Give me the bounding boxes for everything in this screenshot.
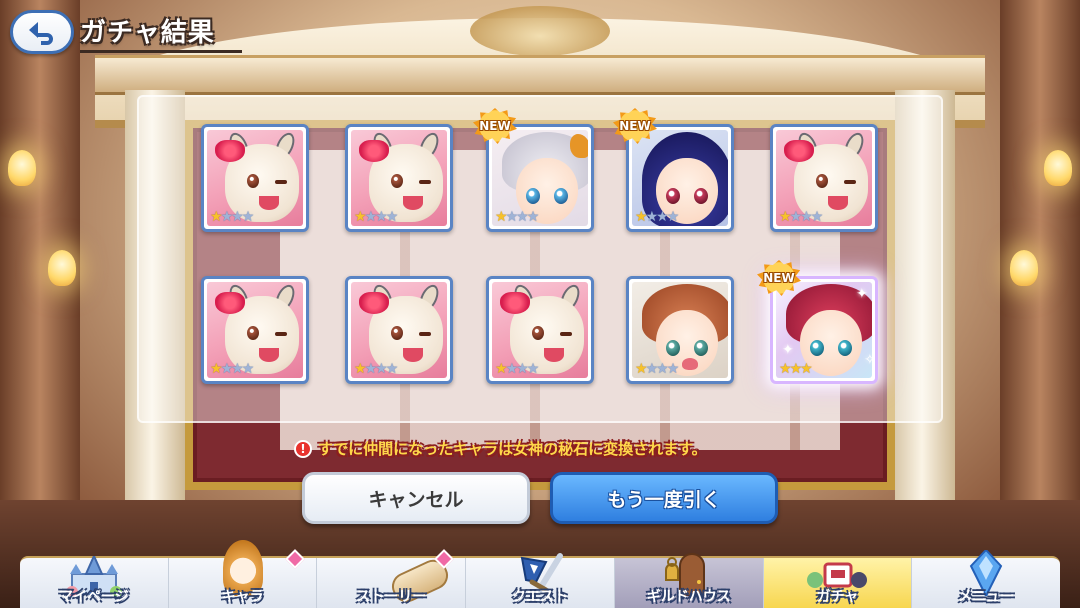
crest-ornament <box>470 6 610 56</box>
nav-label-quest: クエスト <box>512 589 569 605</box>
star-icon: ★ <box>656 209 668 225</box>
page-title: ガチャ結果 <box>80 18 215 48</box>
notice-text: すでに仲間になったキャラは女神の秘石に変換されます。 <box>318 440 707 458</box>
nav-label-gacha: ガチャ <box>816 589 859 605</box>
nav-item-guild[interactable]: ギルドハウス <box>614 553 764 608</box>
nav-label-menu: メニュー <box>958 589 1015 605</box>
nav-item-chara[interactable]: キャラ <box>169 540 318 608</box>
character-card[interactable]: ★★★★ <box>201 124 309 232</box>
star-icon: ★ <box>789 209 802 225</box>
star-icon: ★ <box>220 361 233 377</box>
character-card[interactable]: ★★★★ <box>486 276 594 384</box>
rarity-stars: ★★★★ <box>495 361 539 377</box>
star-icon: ★ <box>526 209 539 225</box>
new-badge: NEW <box>613 108 657 144</box>
nav-label-story: ストーリー <box>356 589 427 605</box>
nav-item-gacha[interactable]: ガチャ <box>763 558 913 608</box>
character-card[interactable]: ✦ ✦ ✧ ★★★ NEW <box>757 260 878 384</box>
star-icon: ★ <box>505 361 518 377</box>
star-icon: ★ <box>241 209 254 225</box>
character-card[interactable]: ★★★★ <box>345 124 453 232</box>
star-icon: ★ <box>375 361 387 377</box>
star-icon: ★ <box>800 361 812 377</box>
rarity-stars: ★★★★ <box>635 361 679 377</box>
star-icon: ★ <box>666 361 679 377</box>
nav-label-chara: キャラ <box>221 589 264 605</box>
star-icon: ★ <box>516 209 528 225</box>
star-icon: ★ <box>220 209 233 225</box>
character-card[interactable]: ★★★★ NEW <box>473 108 594 232</box>
star-icon: ★ <box>231 209 243 225</box>
rarity-stars: ★★★★ <box>635 209 679 225</box>
rarity-stars: ★★★★ <box>354 209 398 225</box>
bottom-nav: マイページ キャラ ストーリー クエスト ギルドハウス ガチャ メニュー <box>20 540 1060 608</box>
star-icon: ★ <box>364 209 377 225</box>
star-icon: ★ <box>241 361 254 377</box>
nav-label-mypage: マイページ <box>58 589 129 605</box>
star-icon: ★ <box>656 361 668 377</box>
star-icon: ★ <box>354 209 366 225</box>
star-icon: ★ <box>779 209 791 225</box>
star-icon: ★ <box>354 361 366 377</box>
star-icon: ★ <box>666 209 679 225</box>
star-icon: ★ <box>385 361 398 377</box>
rarity-stars: ★★★★ <box>210 209 254 225</box>
star-icon: ★ <box>789 361 802 377</box>
star-icon: ★ <box>645 361 658 377</box>
character-card[interactable]: ★★★★ <box>626 276 734 384</box>
nav-item-story[interactable]: ストーリー <box>317 549 467 608</box>
star-icon: ★ <box>210 209 222 225</box>
title-underline <box>80 50 242 53</box>
cancel-button[interactable]: キャンセル <box>302 472 530 524</box>
star-icon: ★ <box>516 361 528 377</box>
new-badge-label: NEW <box>619 119 651 133</box>
star-icon: ★ <box>231 361 243 377</box>
star-icon: ★ <box>364 361 377 377</box>
star-icon: ★ <box>505 209 518 225</box>
alert-icon: ! <box>294 439 312 458</box>
rarity-stars: ★★★★ <box>210 361 254 377</box>
wall-lamp-icon <box>1044 150 1072 186</box>
star-icon: ★ <box>526 361 539 377</box>
rarity-stars: ★★★★ <box>779 209 823 225</box>
conversion-notice: ! すでに仲間になったキャラは女神の秘石に変換されます。 <box>294 438 707 459</box>
star-icon: ★ <box>635 209 647 225</box>
cornice <box>95 55 985 95</box>
character-card[interactable]: ★★★★ <box>345 276 453 384</box>
new-badge: NEW <box>757 260 801 296</box>
star-icon: ★ <box>645 209 658 225</box>
star-icon: ★ <box>375 209 387 225</box>
back-arrow-icon <box>29 22 53 45</box>
character-card[interactable]: ★★★★ NEW <box>613 108 734 232</box>
star-icon: ★ <box>495 361 507 377</box>
rarity-stars: ★★★ <box>779 361 813 377</box>
nav-item-menu[interactable]: メニュー <box>912 550 1060 608</box>
rarity-stars: ★★★★ <box>495 209 539 225</box>
character-card[interactable]: ★★★★ <box>770 124 878 232</box>
star-icon: ★ <box>810 209 823 225</box>
star-icon: ★ <box>635 361 647 377</box>
new-badge-label: NEW <box>763 271 795 285</box>
draw-again-button[interactable]: もう一度引く <box>550 472 778 524</box>
star-icon: ★ <box>800 209 812 225</box>
nav-item-mypage[interactable]: マイページ <box>20 556 169 608</box>
character-card[interactable]: ★★★★ <box>201 276 309 384</box>
wall-lamp-icon <box>1010 250 1038 286</box>
wall-lamp-icon <box>48 250 76 286</box>
wall-lamp-icon <box>8 150 36 186</box>
star-icon: ★ <box>779 361 791 377</box>
star-icon: ★ <box>210 361 222 377</box>
new-badge: NEW <box>473 108 517 144</box>
rarity-stars: ★★★★ <box>354 361 398 377</box>
nav-item-quest[interactable]: クエスト <box>466 553 615 608</box>
star-icon: ★ <box>385 209 398 225</box>
star-icon: ★ <box>495 209 507 225</box>
new-badge-label: NEW <box>479 119 511 133</box>
back-button[interactable] <box>10 10 74 54</box>
nav-label-guild: ギルドハウス <box>646 589 731 605</box>
